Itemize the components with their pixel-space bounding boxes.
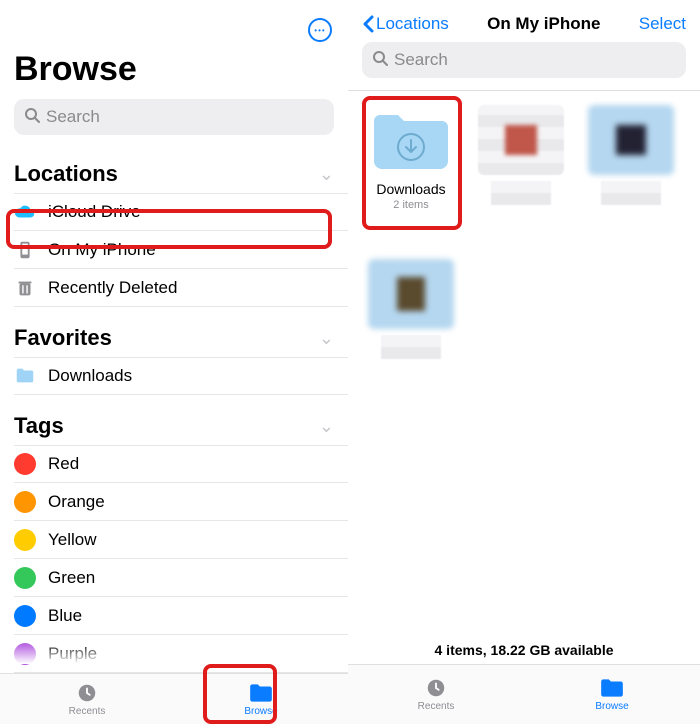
- location-on-my-iphone[interactable]: On My iPhone: [14, 231, 348, 269]
- folder-download-icon: [368, 105, 454, 175]
- row-label: Red: [48, 454, 334, 474]
- tag-yellow[interactable]: Yellow: [14, 521, 348, 559]
- tab-label: Recents: [418, 701, 455, 712]
- trash-icon: [14, 277, 36, 299]
- tab-bar: Recents Browse: [348, 664, 700, 724]
- redacted-label: [491, 181, 551, 205]
- cloud-icon: [14, 201, 36, 223]
- file-meta: 2 items: [393, 199, 428, 211]
- clock-icon: [423, 677, 449, 699]
- select-button[interactable]: Select: [639, 14, 686, 34]
- location-recently-deleted[interactable]: Recently Deleted: [14, 269, 348, 307]
- row-label: Yellow: [48, 530, 334, 550]
- chevron-left-icon: [362, 15, 374, 33]
- divider: [348, 90, 700, 91]
- clock-icon: [74, 682, 100, 704]
- tag-red[interactable]: Red: [14, 445, 348, 483]
- redacted-thumb: [368, 259, 454, 329]
- tag-dot: [14, 567, 36, 589]
- tab-browse[interactable]: Browse: [524, 665, 700, 724]
- locations-title: Locations: [14, 161, 118, 187]
- tag-dot: [14, 605, 36, 627]
- tag-dot: [14, 529, 36, 551]
- file-grid: Downloads 2 items: [348, 101, 700, 363]
- tag-orange[interactable]: Orange: [14, 483, 348, 521]
- tags-list: Red Orange Yellow Green Blue Purple: [14, 445, 348, 673]
- folder-icon: [14, 365, 36, 387]
- tags-header[interactable]: Tags ⌄: [0, 395, 348, 445]
- back-label: Locations: [376, 14, 449, 34]
- tag-purple[interactable]: Purple: [14, 635, 348, 673]
- nav-bar: Locations On My iPhone Select: [348, 0, 700, 42]
- tab-label: Browse: [595, 701, 628, 712]
- tab-browse[interactable]: Browse: [174, 674, 348, 724]
- back-button[interactable]: Locations: [362, 14, 449, 34]
- search-placeholder: Search: [394, 50, 448, 70]
- folder-pane: Locations On My iPhone Select Search Dow…: [348, 0, 700, 724]
- file-name: Downloads: [376, 181, 445, 197]
- tag-green[interactable]: Green: [14, 559, 348, 597]
- grid-item-redacted[interactable]: [470, 105, 572, 211]
- chevron-down-icon: ⌄: [319, 416, 334, 437]
- redacted-thumb: [478, 105, 564, 175]
- redacted-thumb: [588, 105, 674, 175]
- row-label: Blue: [48, 606, 334, 626]
- tag-dot: [14, 491, 36, 513]
- tab-recents[interactable]: Recents: [348, 665, 524, 724]
- chevron-down-icon: ⌄: [319, 328, 334, 349]
- folder-icon: [599, 677, 625, 699]
- row-label: iCloud Drive: [48, 202, 334, 222]
- row-label: Recently Deleted: [48, 278, 334, 298]
- row-label: Orange: [48, 492, 334, 512]
- folder-icon: [248, 682, 274, 704]
- grid-item-redacted[interactable]: [580, 105, 682, 211]
- row-label: Downloads: [48, 366, 334, 386]
- favorites-title: Favorites: [14, 325, 112, 351]
- row-label: On My iPhone: [48, 240, 334, 260]
- redacted-label: [381, 335, 441, 359]
- favorites-list: Downloads: [14, 357, 348, 395]
- page-title: Browse: [14, 50, 334, 89]
- tag-dot: [14, 453, 36, 475]
- search-input[interactable]: Search: [14, 99, 334, 135]
- search-icon: [24, 107, 40, 128]
- tag-blue[interactable]: Blue: [14, 597, 348, 635]
- redacted-label: [601, 181, 661, 205]
- nav-title: On My iPhone: [487, 14, 600, 34]
- phone-icon: [14, 239, 36, 261]
- locations-list: iCloud Drive On My iPhone Recently Delet…: [14, 193, 348, 307]
- search-icon: [372, 50, 388, 71]
- chevron-down-icon: ⌄: [319, 164, 334, 185]
- browse-pane: ••• Browse Search Locations ⌄ iCloud Dri…: [0, 0, 348, 724]
- more-button[interactable]: •••: [308, 18, 332, 42]
- row-label: Green: [48, 568, 334, 588]
- favorites-header[interactable]: Favorites ⌄: [0, 307, 348, 357]
- tab-label: Browse: [244, 706, 277, 717]
- search-placeholder: Search: [46, 107, 100, 127]
- tab-bar: Recents Browse: [0, 673, 348, 724]
- tab-label: Recents: [69, 706, 106, 717]
- row-label: Purple: [48, 644, 334, 664]
- grid-item-redacted[interactable]: [360, 259, 462, 359]
- status-line: 4 items, 18.22 GB available: [348, 632, 700, 664]
- tags-title: Tags: [14, 413, 64, 439]
- locations-header[interactable]: Locations ⌄: [0, 143, 348, 193]
- folder-downloads[interactable]: Downloads 2 items: [360, 105, 462, 211]
- tab-recents[interactable]: Recents: [0, 674, 174, 724]
- location-icloud-drive[interactable]: iCloud Drive: [14, 193, 348, 231]
- tag-dot: [14, 643, 36, 665]
- favorite-downloads[interactable]: Downloads: [14, 357, 348, 395]
- search-input[interactable]: Search: [362, 42, 686, 78]
